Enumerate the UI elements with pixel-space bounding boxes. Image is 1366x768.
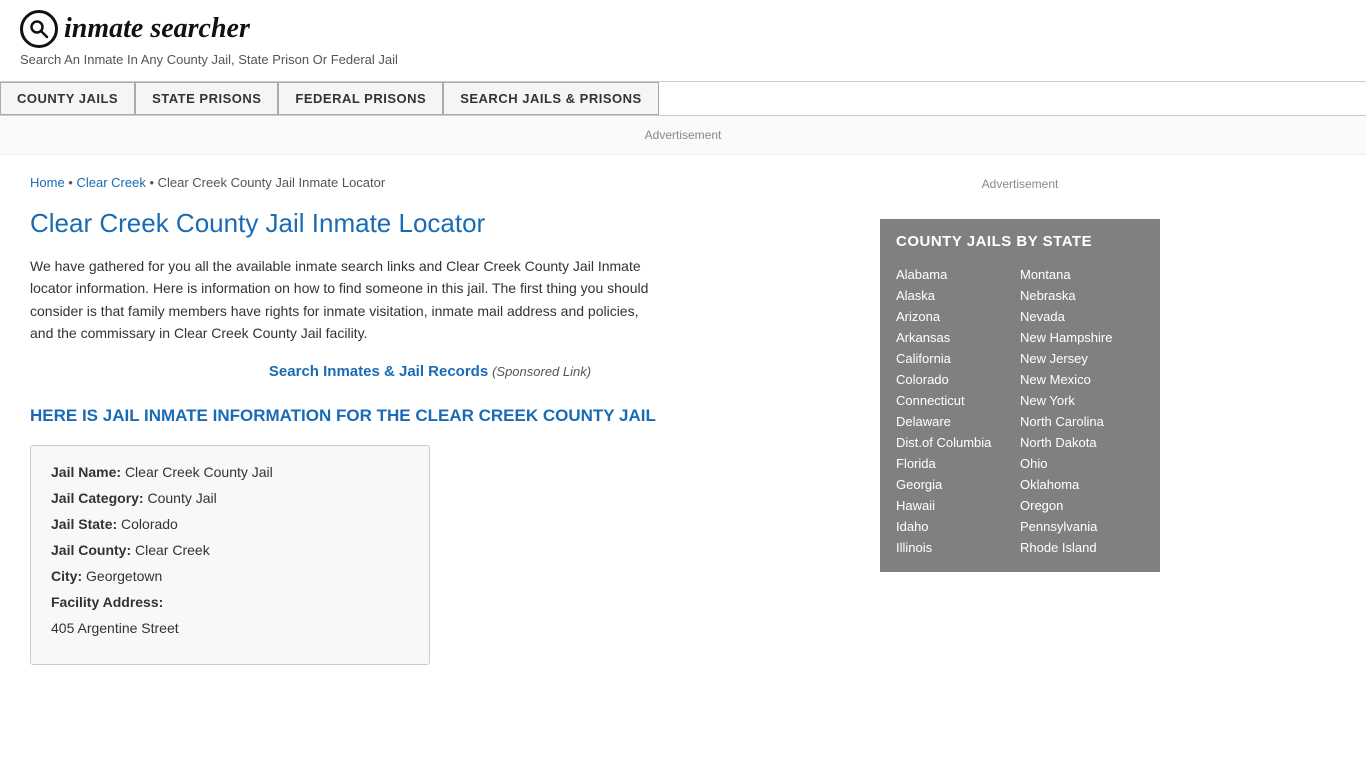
state-new-hampshire[interactable]: New Hampshire xyxy=(1020,327,1144,348)
logo-icon xyxy=(20,10,58,48)
description-text: We have gathered for you all the availab… xyxy=(30,255,650,345)
page-title: Clear Creek County Jail Inmate Locator xyxy=(30,208,830,239)
info-label-state: Jail State: xyxy=(51,516,117,532)
county-jails-by-state-box: COUNTY JAILS BY STATE Alabama Alaska Ari… xyxy=(880,219,1160,572)
info-label-category: Jail Category: xyxy=(51,490,144,506)
state-north-carolina[interactable]: North Carolina xyxy=(1020,411,1144,432)
nav-federal-prisons[interactable]: FEDERAL PRISONS xyxy=(278,82,443,115)
info-row-state: Jail State: Colorado xyxy=(51,516,409,532)
logo-text: inmate searcher xyxy=(64,13,250,45)
states-col1: Alabama Alaska Arizona Arkansas Californ… xyxy=(896,264,1020,558)
info-value-name-text: Clear Creek County Jail xyxy=(125,464,273,480)
states-col2: Montana Nebraska Nevada New Hampshire Ne… xyxy=(1020,264,1144,558)
breadcrumb: Home • Clear Creek • Clear Creek County … xyxy=(30,175,830,190)
state-north-dakota[interactable]: North Dakota xyxy=(1020,432,1144,453)
nav-search-jails[interactable]: SEARCH JAILS & PRISONS xyxy=(443,82,658,115)
nav-county-jails[interactable]: COUNTY JAILS xyxy=(0,82,135,115)
state-georgia[interactable]: Georgia xyxy=(896,474,1020,495)
info-row-name: Jail Name: Clear Creek County Jail xyxy=(51,464,409,480)
state-colorado[interactable]: Colorado xyxy=(896,369,1020,390)
state-nebraska[interactable]: Nebraska xyxy=(1020,285,1144,306)
state-hawaii[interactable]: Hawaii xyxy=(896,495,1020,516)
state-idaho[interactable]: Idaho xyxy=(896,516,1020,537)
state-montana[interactable]: Montana xyxy=(1020,264,1144,285)
state-rhode-island[interactable]: Rhode Island xyxy=(1020,537,1144,558)
nav-bar: COUNTY JAILS STATE PRISONS FEDERAL PRISO… xyxy=(0,82,1366,115)
section-heading: HERE IS JAIL INMATE INFORMATION FOR THE … xyxy=(30,404,830,428)
main-layout: Home • Clear Creek • Clear Creek County … xyxy=(0,155,1366,685)
state-pennsylvania[interactable]: Pennsylvania xyxy=(1020,516,1144,537)
info-row-category: Jail Category: County Jail xyxy=(51,490,409,506)
state-alabama[interactable]: Alabama xyxy=(896,264,1020,285)
sidebar: Advertisement COUNTY JAILS BY STATE Alab… xyxy=(860,155,1180,685)
state-ohio[interactable]: Ohio xyxy=(1020,453,1144,474)
breadcrumb-home[interactable]: Home xyxy=(30,175,65,190)
state-alaska[interactable]: Alaska xyxy=(896,285,1020,306)
info-row-address-value: 405 Argentine Street xyxy=(51,620,409,636)
content-area: Home • Clear Creek • Clear Creek County … xyxy=(0,155,860,685)
state-oklahoma[interactable]: Oklahoma xyxy=(1020,474,1144,495)
state-florida[interactable]: Florida xyxy=(896,453,1020,474)
info-label-county: Jail County: xyxy=(51,542,131,558)
state-california[interactable]: California xyxy=(896,348,1020,369)
state-delaware[interactable]: Delaware xyxy=(896,411,1020,432)
info-value-state-text: Colorado xyxy=(121,516,178,532)
sidebar-ad: Advertisement xyxy=(880,165,1160,203)
info-value-county-text: Clear Creek xyxy=(135,542,210,558)
county-jails-by-state-title: COUNTY JAILS BY STATE xyxy=(896,233,1144,250)
state-nevada[interactable]: Nevada xyxy=(1020,306,1144,327)
state-connecticut[interactable]: Connecticut xyxy=(896,390,1020,411)
info-value-city-text: Georgetown xyxy=(86,568,162,584)
info-label-address: Facility Address: xyxy=(51,594,163,610)
nav-state-prisons[interactable]: STATE PRISONS xyxy=(135,82,278,115)
ad-bar-top: Advertisement xyxy=(0,116,1366,155)
info-label-name: Jail Name: xyxy=(51,464,121,480)
info-label-city: City: xyxy=(51,568,82,584)
tagline: Search An Inmate In Any County Jail, Sta… xyxy=(20,52,1346,67)
info-row-county: Jail County: Clear Creek xyxy=(51,542,409,558)
info-box: Jail Name: Clear Creek County Jail Jail … xyxy=(30,445,430,665)
breadcrumb-current: Clear Creek County Jail Inmate Locator xyxy=(158,175,386,190)
info-row-city: City: Georgetown xyxy=(51,568,409,584)
breadcrumb-county[interactable]: Clear Creek xyxy=(76,175,145,190)
state-dc[interactable]: Dist.of Columbia xyxy=(896,432,1020,453)
states-grid: Alabama Alaska Arizona Arkansas Californ… xyxy=(896,264,1144,558)
info-value-address: 405 Argentine Street xyxy=(51,620,179,636)
state-oregon[interactable]: Oregon xyxy=(1020,495,1144,516)
header: inmate searcher Search An Inmate In Any … xyxy=(0,0,1366,82)
state-new-mexico[interactable]: New Mexico xyxy=(1020,369,1144,390)
search-inmates-link[interactable]: Search Inmates & Jail Records xyxy=(269,363,488,380)
sponsored-text: (Sponsored Link) xyxy=(492,364,591,379)
state-illinois[interactable]: Illinois xyxy=(896,537,1020,558)
state-new-jersey[interactable]: New Jersey xyxy=(1020,348,1144,369)
logo-area: inmate searcher xyxy=(20,10,1346,48)
state-new-york[interactable]: New York xyxy=(1020,390,1144,411)
state-arizona[interactable]: Arizona xyxy=(896,306,1020,327)
state-arkansas[interactable]: Arkansas xyxy=(896,327,1020,348)
info-value-category-text: County Jail xyxy=(147,490,216,506)
search-link-area: Search Inmates & Jail Records (Sponsored… xyxy=(30,363,830,380)
info-row-address-label: Facility Address: xyxy=(51,594,409,610)
